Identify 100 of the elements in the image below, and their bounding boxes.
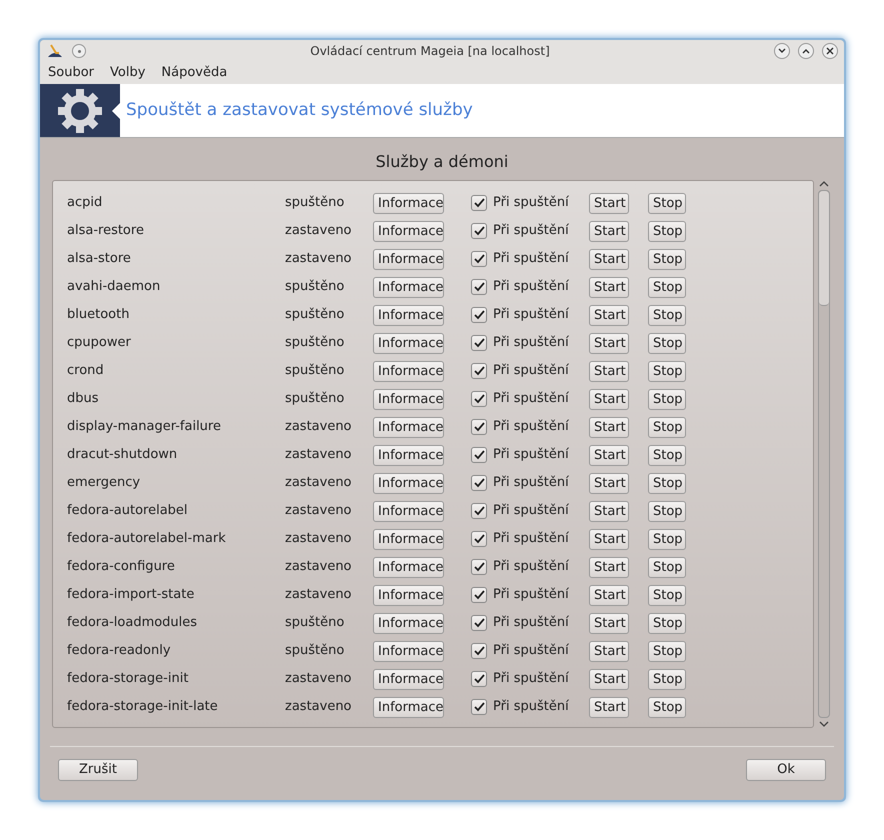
boot-checkbox[interactable] (471, 531, 487, 547)
stop-button[interactable]: Stop (648, 332, 686, 354)
service-status: zastaveno (285, 670, 353, 688)
stop-button[interactable]: Stop (648, 220, 686, 242)
start-button[interactable]: Start (589, 612, 629, 634)
close-button[interactable] (822, 43, 838, 59)
boot-checkbox[interactable] (471, 195, 487, 211)
checkbox-label: Při spuštění (493, 250, 570, 268)
menu-item[interactable]: Soubor (48, 63, 94, 83)
boot-checkbox[interactable] (471, 559, 487, 575)
stop-button[interactable]: Stop (648, 696, 686, 718)
boot-checkbox[interactable] (471, 251, 487, 267)
start-button[interactable]: Start (589, 248, 629, 270)
start-button[interactable]: Start (589, 360, 629, 382)
start-button[interactable]: Start (589, 556, 629, 578)
info-button[interactable]: Informace (373, 360, 444, 382)
boot-checkbox[interactable] (471, 699, 487, 715)
maximize-button[interactable] (798, 43, 814, 59)
info-button[interactable]: Informace (373, 192, 444, 214)
stop-button[interactable]: Stop (648, 472, 686, 494)
stop-button[interactable]: Stop (648, 360, 686, 382)
stop-button[interactable]: Stop (648, 248, 686, 270)
boot-checkbox[interactable] (471, 419, 487, 435)
boot-checkbox[interactable] (471, 615, 487, 631)
start-button[interactable]: Start (589, 388, 629, 410)
info-button[interactable]: Informace (373, 668, 444, 690)
boot-checkbox[interactable] (471, 671, 487, 687)
info-button[interactable]: Informace (373, 332, 444, 354)
stop-button[interactable]: Stop (648, 192, 686, 214)
info-button[interactable]: Informace (373, 556, 444, 578)
service-status: zastaveno (285, 222, 353, 240)
info-button[interactable]: Informace (373, 220, 444, 242)
boot-checkbox[interactable] (471, 587, 487, 603)
service-status: zastaveno (285, 530, 353, 548)
info-button[interactable]: Informace (373, 304, 444, 326)
service-name: avahi-daemon (66, 278, 162, 296)
start-button[interactable]: Start (589, 472, 629, 494)
info-button[interactable]: Informace (373, 640, 444, 662)
service-status: zastaveno (285, 474, 353, 492)
info-button[interactable]: Informace (373, 528, 444, 550)
info-button[interactable]: Informace (373, 584, 444, 606)
boot-checkbox[interactable] (471, 363, 487, 379)
stop-button[interactable]: Stop (648, 612, 686, 634)
scroll-up-icon[interactable] (819, 180, 829, 188)
start-button[interactable]: Start (589, 640, 629, 662)
minimize-button[interactable] (774, 43, 790, 59)
start-button[interactable]: Start (589, 332, 629, 354)
start-button[interactable]: Start (589, 276, 629, 298)
stop-button[interactable]: Stop (648, 528, 686, 550)
menu-item[interactable]: Nápověda (161, 63, 228, 83)
info-button[interactable]: Informace (373, 472, 444, 494)
stop-button[interactable]: Stop (648, 416, 686, 438)
boot-checkbox[interactable] (471, 223, 487, 239)
scrollbar[interactable] (816, 180, 832, 728)
boot-checkbox[interactable] (471, 279, 487, 295)
info-button[interactable]: Informace (373, 416, 444, 438)
scroll-down-icon[interactable] (819, 720, 829, 728)
boot-checkbox[interactable] (471, 391, 487, 407)
start-button[interactable]: Start (589, 500, 629, 522)
start-button[interactable]: Start (589, 304, 629, 326)
service-name: crond (66, 362, 105, 380)
info-button[interactable]: Informace (373, 276, 444, 298)
boot-checkbox[interactable] (471, 335, 487, 351)
boot-checkbox[interactable] (471, 447, 487, 463)
info-button[interactable]: Informace (373, 500, 444, 522)
cancel-button[interactable]: Zrušit (58, 759, 138, 781)
stop-button[interactable]: Stop (648, 388, 686, 410)
info-button[interactable]: Informace (373, 388, 444, 410)
boot-checkbox[interactable] (471, 643, 487, 659)
boot-checkbox[interactable] (471, 475, 487, 491)
info-button[interactable]: Informace (373, 696, 444, 718)
start-button[interactable]: Start (589, 444, 629, 466)
info-button[interactable]: Informace (373, 248, 444, 270)
pin-icon[interactable] (72, 44, 86, 58)
stop-button[interactable]: Stop (648, 304, 686, 326)
start-button[interactable]: Start (589, 220, 629, 242)
service-name: acpid (66, 194, 104, 212)
stop-button[interactable]: Stop (648, 444, 686, 466)
stop-button[interactable]: Stop (648, 668, 686, 690)
menu-item[interactable]: Volby (110, 63, 146, 83)
info-button[interactable]: Informace (373, 444, 444, 466)
start-button[interactable]: Start (589, 696, 629, 718)
checkbox-label: Při spuštění (493, 446, 570, 464)
stop-button[interactable]: Stop (648, 584, 686, 606)
start-button[interactable]: Start (589, 668, 629, 690)
stop-button[interactable]: Stop (648, 500, 686, 522)
boot-checkbox[interactable] (471, 307, 487, 323)
start-button[interactable]: Start (589, 192, 629, 214)
ok-button[interactable]: Ok (746, 759, 826, 781)
stop-button[interactable]: Stop (648, 276, 686, 298)
stop-button[interactable]: Stop (648, 556, 686, 578)
info-button[interactable]: Informace (373, 612, 444, 634)
checkbox-label: Při spuštění (493, 642, 570, 660)
stop-button[interactable]: Stop (648, 640, 686, 662)
start-button[interactable]: Start (589, 584, 629, 606)
start-button[interactable]: Start (589, 528, 629, 550)
service-status: zastaveno (285, 558, 353, 576)
scrollbar-thumb[interactable] (819, 191, 829, 306)
start-button[interactable]: Start (589, 416, 629, 438)
boot-checkbox[interactable] (471, 503, 487, 519)
